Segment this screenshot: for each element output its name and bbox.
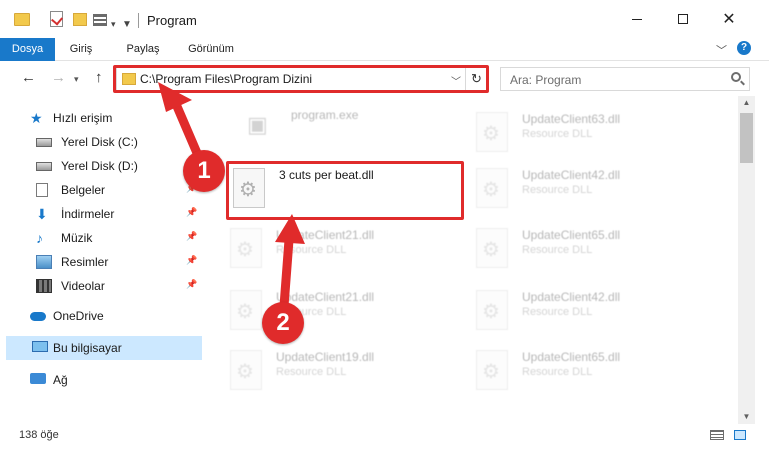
arrow-to-file — [275, 214, 305, 311]
step-badge-2: 2 — [262, 302, 304, 344]
arrow-to-address — [158, 82, 205, 165]
annotation-arrows — [158, 82, 305, 311]
step-badge-1: 1 — [183, 150, 225, 192]
